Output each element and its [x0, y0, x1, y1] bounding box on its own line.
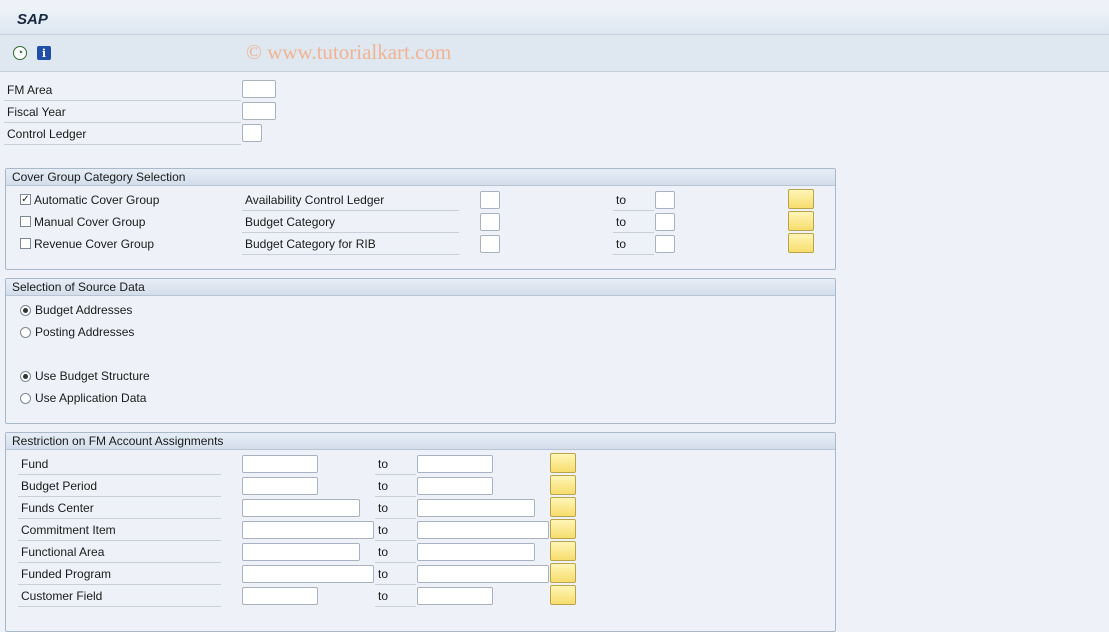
to-label: to — [375, 454, 416, 475]
to-label: to — [613, 234, 654, 255]
use-application-data-radio[interactable] — [20, 393, 31, 404]
to-label: to — [613, 212, 654, 233]
revenue-cover-group-label: Revenue Cover Group — [34, 237, 155, 251]
fiscal-year-input[interactable] — [242, 102, 276, 120]
budget-period-label: Budget Period — [18, 476, 221, 497]
fund-to-input[interactable] — [417, 455, 493, 473]
control-ledger-input[interactable] — [242, 124, 262, 142]
budget-category-rib-to-input[interactable] — [655, 235, 675, 253]
to-label: to — [375, 542, 416, 563]
automatic-cover-group-checkbox[interactable]: ✓ — [20, 194, 31, 205]
budget-addresses-label: Budget Addresses — [35, 303, 133, 317]
budget-category-rib-label: Budget Category for RIB — [242, 234, 459, 255]
automatic-cover-group-label: Automatic Cover Group — [34, 193, 160, 207]
customer-field-label: Customer Field — [18, 586, 221, 607]
budget-category-to-input[interactable] — [655, 213, 675, 231]
use-budget-structure-label: Use Budget Structure — [35, 369, 150, 383]
multiple-selection-button[interactable] — [550, 475, 576, 495]
fm-area-input[interactable] — [242, 80, 276, 98]
multiple-selection-button[interactable] — [550, 563, 576, 583]
multiple-selection-button[interactable] — [788, 189, 814, 209]
multiple-selection-button[interactable] — [550, 585, 576, 605]
posting-addresses-radio[interactable] — [20, 327, 31, 338]
funds-center-label: Funds Center — [18, 498, 221, 519]
availability-control-ledger-from-input[interactable] — [480, 191, 500, 209]
fund-from-input[interactable] — [242, 455, 318, 473]
availability-control-ledger-label: Availability Control Ledger — [242, 190, 459, 211]
funded-program-to-input[interactable] — [417, 565, 549, 583]
functional-area-from-input[interactable] — [242, 543, 360, 561]
to-label: to — [375, 520, 416, 541]
multiple-selection-button[interactable] — [788, 211, 814, 231]
multiple-selection-button[interactable] — [550, 497, 576, 517]
title-bar — [0, 8, 1109, 35]
source-data-section-title: Selection of Source Data — [6, 279, 835, 296]
multiple-selection-button[interactable] — [550, 453, 576, 473]
control-ledger-label: Control Ledger — [4, 124, 241, 145]
commitment-item-to-input[interactable] — [417, 521, 549, 539]
funded-program-from-input[interactable] — [242, 565, 374, 583]
functional-area-to-input[interactable] — [417, 543, 535, 561]
restriction-section-title: Restriction on FM Account Assignments — [6, 433, 835, 450]
funds-center-from-input[interactable] — [242, 499, 360, 517]
budget-period-to-input[interactable] — [417, 477, 493, 495]
application-toolbar — [0, 35, 1109, 72]
app-title: SAP — [17, 11, 48, 28]
multiple-selection-button[interactable] — [550, 541, 576, 561]
fiscal-year-label: Fiscal Year — [4, 102, 241, 123]
to-label: to — [375, 476, 416, 497]
revenue-cover-group-checkbox[interactable] — [20, 238, 31, 249]
info-icon[interactable]: i — [37, 46, 51, 60]
multiple-selection-button[interactable] — [788, 233, 814, 253]
to-label: to — [613, 190, 654, 211]
budget-category-label: Budget Category — [242, 212, 459, 233]
budget-category-from-input[interactable] — [480, 213, 500, 231]
fund-label: Fund — [18, 454, 221, 475]
budget-category-rib-from-input[interactable] — [480, 235, 500, 253]
use-budget-structure-radio[interactable] — [20, 371, 31, 382]
fm-area-label: FM Area — [4, 80, 241, 101]
posting-addresses-label: Posting Addresses — [35, 325, 135, 339]
manual-cover-group-label: Manual Cover Group — [34, 215, 146, 229]
multiple-selection-button[interactable] — [550, 519, 576, 539]
watermark: © www.tutorialkart.com — [246, 40, 452, 64]
funded-program-label: Funded Program — [18, 564, 221, 585]
customer-field-from-input[interactable] — [242, 587, 318, 605]
commitment-item-from-input[interactable] — [242, 521, 374, 539]
use-application-data-label: Use Application Data — [35, 391, 147, 405]
functional-area-label: Functional Area — [18, 542, 221, 563]
cover-group-section-title: Cover Group Category Selection — [6, 169, 835, 186]
availability-control-ledger-to-input[interactable] — [655, 191, 675, 209]
to-label: to — [375, 564, 416, 585]
to-label: to — [375, 498, 416, 519]
manual-cover-group-checkbox[interactable] — [20, 216, 31, 227]
execute-icon[interactable]: ◔ — [13, 46, 27, 60]
budget-period-from-input[interactable] — [242, 477, 318, 495]
funds-center-to-input[interactable] — [417, 499, 535, 517]
budget-addresses-radio[interactable] — [20, 305, 31, 316]
customer-field-to-input[interactable] — [417, 587, 493, 605]
commitment-item-label: Commitment Item — [18, 520, 221, 541]
to-label: to — [375, 586, 416, 607]
